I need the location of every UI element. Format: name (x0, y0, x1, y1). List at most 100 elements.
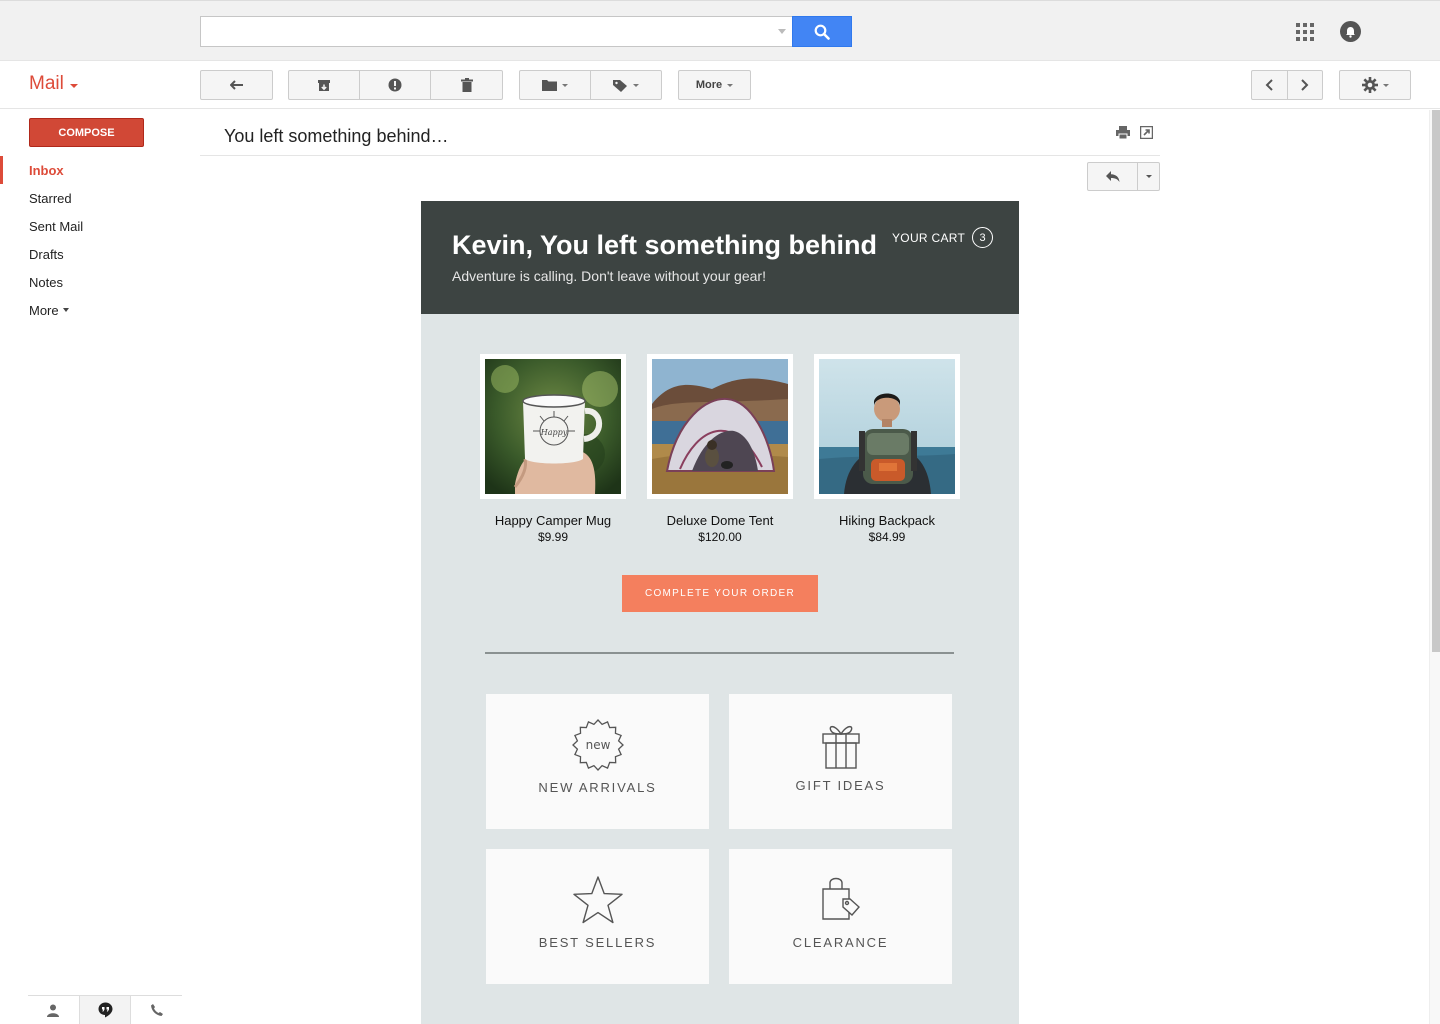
product-price: $120.00 (698, 530, 742, 544)
complete-order-button[interactable]: COMPLETE YOUR ORDER (622, 575, 818, 612)
sidebar-nav: Inbox Starred Sent Mail Drafts Notes Mor… (0, 156, 190, 324)
person-icon (47, 1004, 60, 1017)
product-image-frame: Happy (480, 354, 626, 499)
chevron-down-icon (69, 83, 78, 88)
scrollbar-thumb[interactable] (1432, 110, 1440, 652)
compose-button[interactable]: COMPOSE (29, 118, 144, 147)
shopping-bag-tag-icon (819, 873, 863, 927)
phone-icon (150, 1004, 163, 1016)
chevron-down-icon (561, 83, 568, 87)
sidebar-item-label: Notes (29, 274, 63, 290)
star-icon (572, 873, 624, 927)
product-image-frame (647, 354, 793, 499)
product-card[interactable]: Hiking Backpack $84.99 (814, 354, 960, 544)
archive-button[interactable] (289, 71, 360, 99)
category-tile-clearance[interactable]: CLEARANCE (729, 849, 952, 984)
settings-button[interactable] (1339, 70, 1411, 100)
labels-button[interactable] (591, 71, 662, 99)
vertical-scrollbar[interactable] (1429, 110, 1440, 1024)
email-hero: Kevin, You left something behind Adventu… (421, 201, 1019, 314)
sidebar-item-more[interactable]: More (0, 296, 190, 324)
chevron-down-icon (1145, 175, 1152, 178)
message-subject: You left something behind… (224, 126, 449, 146)
chevron-left-icon (1265, 79, 1273, 91)
category-tile-best-sellers[interactable]: BEST SELLERS (486, 849, 709, 984)
product-price: $84.99 (868, 530, 906, 544)
pagination-group (1251, 70, 1323, 100)
product-card[interactable]: Deluxe Dome Tent $120.00 (647, 354, 793, 544)
hangouts-tab[interactable] (79, 996, 132, 1024)
product-name: Deluxe Dome Tent (666, 513, 774, 528)
sidebar-item-drafts[interactable]: Drafts (0, 240, 190, 268)
category-tile-gift-ideas[interactable]: GIFT IDEAS (729, 694, 952, 829)
sidebar-item-label: Sent Mail (29, 218, 84, 234)
cart-label: YOUR CART (892, 230, 966, 245)
more-reply-options-button[interactable] (1138, 163, 1159, 190)
reply-button-group (1087, 162, 1160, 191)
top-bar (0, 0, 1440, 61)
svg-text:Happy: Happy (540, 428, 568, 437)
category-label: CLEARANCE (792, 935, 889, 950)
product-image-backpack (819, 359, 955, 494)
new-badge-text: new (585, 738, 610, 752)
newer-button[interactable] (1252, 71, 1288, 99)
open-in-new-window-icon[interactable] (1140, 126, 1153, 139)
more-actions-label: More (695, 79, 723, 91)
apps-grid-icon[interactable] (1296, 23, 1314, 41)
category-label: BEST SELLERS (538, 935, 657, 950)
cart-link[interactable]: YOUR CART 3 (892, 227, 994, 248)
more-actions-button[interactable]: More (678, 70, 751, 100)
archive-icon (318, 79, 330, 91)
sidebar-bottom-tabs (28, 995, 182, 1024)
category-tile-new-arrivals[interactable]: new NEW ARRIVALS (486, 694, 709, 829)
search-options-caret-icon[interactable] (778, 29, 786, 34)
hero-subtitle: Adventure is calling. Don't leave withou… (452, 268, 766, 284)
mail-app-menu[interactable]: Mail (29, 73, 78, 95)
sidebar-item-label: Starred (29, 190, 72, 206)
sidebar-item-inbox[interactable]: Inbox (0, 156, 190, 184)
search-icon (814, 24, 830, 40)
chevron-down-icon (1382, 83, 1389, 87)
new-badge-icon: new (571, 718, 625, 772)
print-icon[interactable] (1116, 126, 1130, 139)
phone-tab[interactable] (131, 996, 182, 1024)
reply-button[interactable] (1088, 163, 1138, 190)
category-label: GIFT IDEAS (795, 778, 886, 793)
report-spam-icon (388, 78, 402, 92)
gear-icon (1361, 77, 1378, 93)
report-spam-button[interactable] (360, 71, 431, 99)
move-to-button[interactable] (520, 71, 591, 99)
search-button[interactable] (792, 16, 852, 47)
category-label: NEW ARRIVALS (538, 780, 657, 795)
sidebar-item-starred[interactable]: Starred (0, 184, 190, 212)
sidebar-item-label: More (29, 302, 59, 318)
gift-icon (819, 718, 863, 772)
sidebar-item-label: Inbox (29, 162, 64, 178)
reply-icon (1105, 171, 1119, 182)
product-image-tent (652, 359, 788, 494)
search-input[interactable] (200, 16, 792, 47)
sidebar-item-notes[interactable]: Notes (0, 268, 190, 296)
cart-count-badge: 3 (972, 227, 994, 248)
chevron-down-icon (62, 308, 69, 312)
product-price: $9.99 (537, 530, 569, 544)
product-image-frame (814, 354, 960, 499)
label-tag-icon (612, 79, 627, 92)
product-image-mug: Happy (485, 359, 621, 494)
folder-icon (541, 80, 557, 91)
subject-divider (200, 155, 1160, 156)
back-button[interactable] (200, 70, 273, 100)
chevron-down-icon (727, 83, 734, 87)
chevron-right-icon (1301, 79, 1309, 91)
older-button[interactable] (1288, 71, 1323, 99)
organize-button-group (519, 70, 662, 100)
notifications-bell-icon[interactable] (1340, 21, 1361, 42)
email-body: Kevin, You left something behind Adventu… (421, 201, 1019, 1024)
mail-app-label: Mail (29, 73, 64, 94)
sidebar-item-sent-mail[interactable]: Sent Mail (0, 212, 190, 240)
product-card[interactable]: Happy Happy Camper Mug $9.99 (480, 354, 626, 544)
mail-toolbar: Mail More (0, 61, 1440, 109)
sidebar-item-label: Drafts (29, 246, 64, 262)
delete-button[interactable] (431, 71, 502, 99)
contacts-tab[interactable] (28, 996, 80, 1024)
